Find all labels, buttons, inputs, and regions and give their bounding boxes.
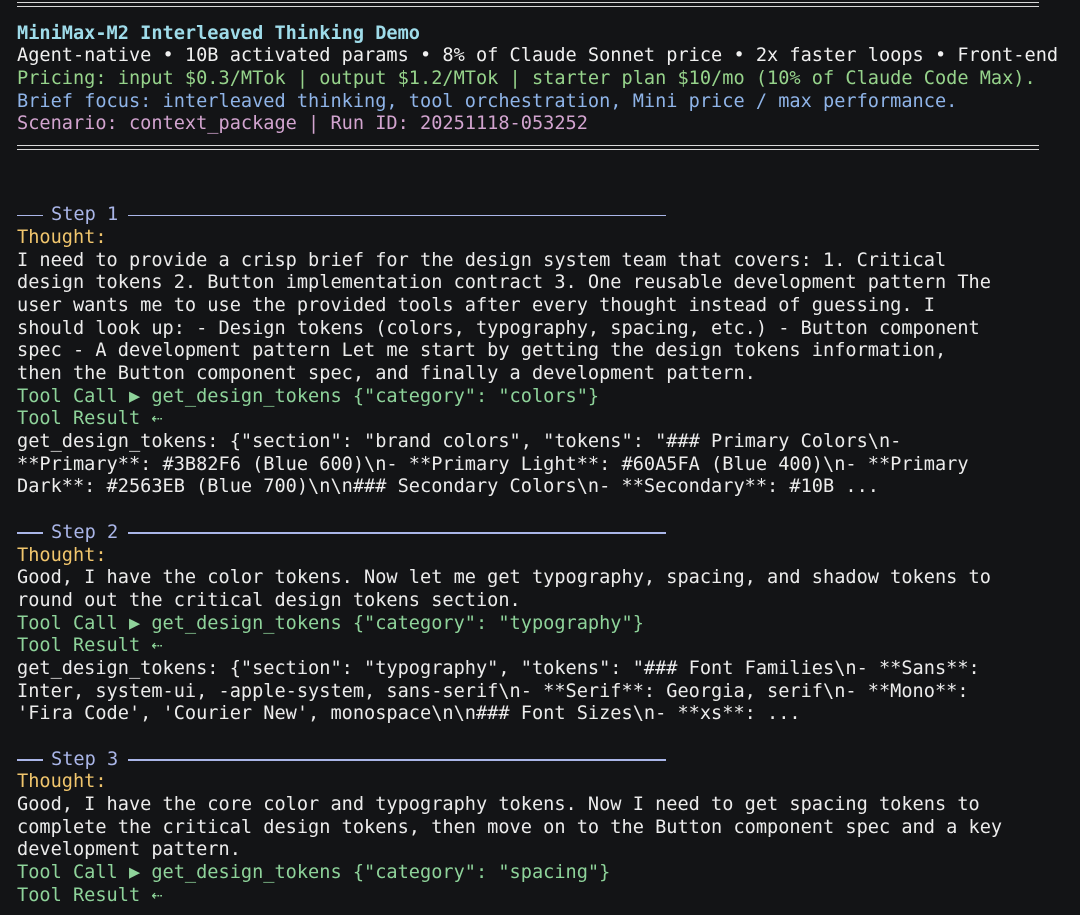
step-divider <box>128 759 667 761</box>
terminal-output: MiniMax-M2 Interleaved Thinking Demo Age… <box>17 0 1080 915</box>
tool-result-label: Tool Result ⇠ <box>17 884 163 906</box>
thought-label: Thought: <box>17 226 107 248</box>
header-top-rule <box>17 0 1080 23</box>
tool-result-label: Tool Result ⇠ <box>17 635 163 657</box>
step-label: Step 3 <box>51 748 119 770</box>
scenario-line: Scenario: context_package | Run ID: 2025… <box>17 113 588 135</box>
focus-line: Brief focus: interleaved thinking, tool … <box>17 90 958 112</box>
step-dash <box>17 214 43 217</box>
thought-line: then the Button component spec, and fina… <box>17 363 756 384</box>
tool-result-line: Inter, system-ui, -apple-system, sans-se… <box>17 680 969 702</box>
thought-line: I need to provide a crisp brief for the … <box>17 249 947 271</box>
thought-line: should look up: - Design tokens (colors,… <box>17 317 980 339</box>
demo-title: MiniMax-M2 Interleaved Thinking Demo <box>17 22 420 44</box>
tool-result-label: Tool Result ⇠ <box>17 408 163 430</box>
step-divider <box>128 532 667 534</box>
step-label: Step 1 <box>51 204 119 226</box>
tool-call-line: Tool Call ▶ get_design_tokens {"category… <box>17 385 600 407</box>
thought-line: Good, I have the color tokens. Now let m… <box>17 567 991 589</box>
tool-result-line: 'Fira Code', 'Courier New', monospace\n\… <box>17 703 801 725</box>
thought-line: user wants me to use the provided tools … <box>17 294 935 316</box>
tool-call-line: Tool Call ▶ get_design_tokens {"category… <box>17 612 644 634</box>
step-header-1: Step 1 <box>17 204 1080 227</box>
tool-result-line: **Primary**: #3B82F6 (Blue 600)\n- **Pri… <box>17 453 969 475</box>
pricing-line: Pricing: input $0.3/MTok | output $1.2/M… <box>17 68 1036 90</box>
tool-result-line: get_design_tokens: {"section": "typograp… <box>17 657 980 679</box>
step-dash <box>17 532 43 534</box>
step-label: Step 2 <box>51 521 119 543</box>
tool-result-line: get_design_tokens: {"section": "brand co… <box>17 431 902 453</box>
thought-line: design tokens 2. Button implementation c… <box>17 272 991 294</box>
tool-call-line: Tool Call ▶ get_design_tokens {"category… <box>17 862 611 884</box>
thought-line: spec - A development pattern Let me star… <box>17 340 947 362</box>
thought-label: Thought: <box>17 544 107 566</box>
step-header-3: Step 3 <box>17 749 1080 772</box>
thought-line: round out the critical design tokens sec… <box>17 589 521 611</box>
demo-tagline: Agent-native • 10B activated params • 8%… <box>17 45 1059 67</box>
thought-line: complete the critical design tokens, the… <box>17 816 1003 838</box>
thought-line: development pattern. <box>17 839 241 861</box>
step-divider <box>128 214 667 217</box>
tool-result-line: Dark**: #2563EB (Blue 700)\n\n### Second… <box>17 476 879 498</box>
thought-line: Good, I have the core color and typograp… <box>17 794 980 816</box>
thought-label: Thought: <box>17 771 107 793</box>
header-bottom-rule <box>17 136 1080 159</box>
step-header-2: Step 2 <box>17 522 1080 545</box>
step-dash <box>17 759 43 761</box>
